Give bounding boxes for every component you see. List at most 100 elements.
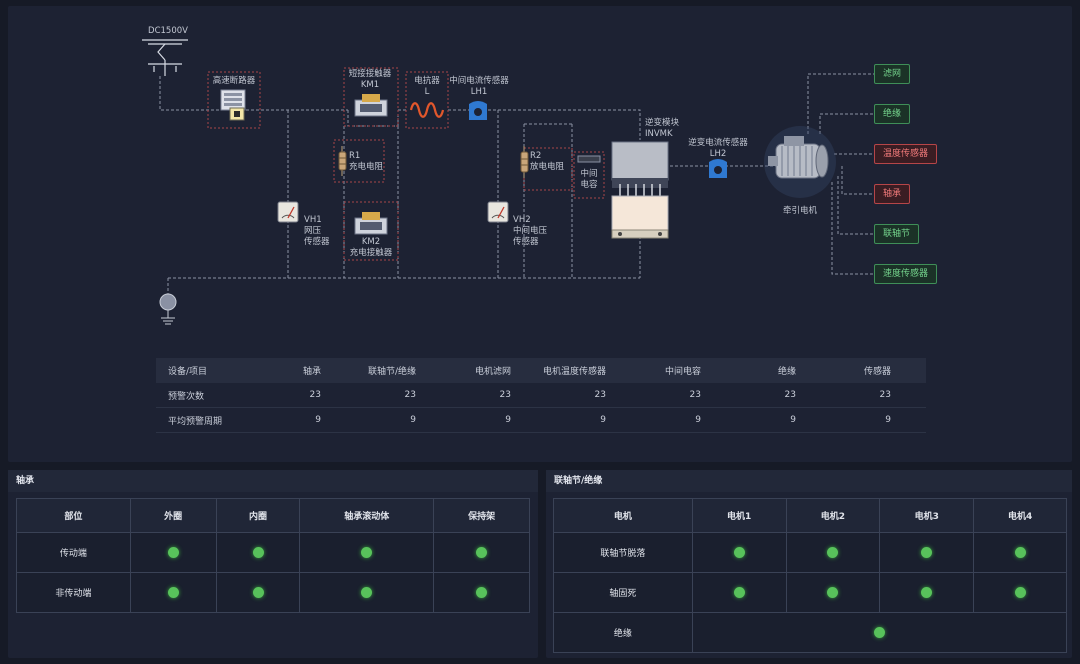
status-ok-indicator xyxy=(873,627,885,638)
status-cell xyxy=(973,532,1067,573)
status-ok-indicator xyxy=(167,547,179,558)
vh1-label-c: 传感器 xyxy=(304,237,330,247)
bearing-row-label: 传动端 xyxy=(16,532,131,573)
coupling-header-cell: 电机2 xyxy=(785,498,881,533)
bearing-header-cell: 外圈 xyxy=(129,498,217,533)
voltage-sensor-vh2-icon xyxy=(487,201,509,223)
stats-header-cell: 绝缘 xyxy=(777,367,796,377)
bearing-panel-title: 轴承 xyxy=(8,470,538,492)
lh2-label-a: 逆变电流传感器 xyxy=(688,138,748,148)
bearing-header-cell: 内圈 xyxy=(215,498,301,533)
stats-cell: 23 xyxy=(594,390,606,400)
table-row: 平均预警周期 9 9 9 9 9 9 9 xyxy=(156,408,926,433)
status-cell xyxy=(691,612,1068,653)
status-cell xyxy=(129,572,217,613)
km1-label-a: 短接接触器 xyxy=(348,69,392,79)
stats-cell: 9 xyxy=(695,415,701,425)
vh2-label-c: 传感器 xyxy=(513,237,539,247)
coupling-row-label: 联轴节脱落 xyxy=(553,532,693,573)
coupling-row-label: 轴固死 xyxy=(553,572,693,613)
status-cell xyxy=(215,572,301,613)
status-ok-indicator xyxy=(1014,587,1026,598)
ground-icon xyxy=(159,293,177,325)
tag-bearing[interactable]: 轴承 xyxy=(874,184,911,204)
vh1-label-a: VH1 xyxy=(304,215,322,225)
resistor-r2-icon xyxy=(520,146,529,178)
stats-cell: 23 xyxy=(309,390,321,400)
bearing-panel: 轴承 部位 外圈 内圈 轴承滚动体 保持架 传动端 非传动端 xyxy=(8,470,538,658)
status-cell xyxy=(785,572,881,613)
r2-label-b: 放电电阻 xyxy=(530,162,565,172)
table-row: 绝缘 xyxy=(553,612,1068,653)
coupling-header-cell: 电机 xyxy=(553,498,693,533)
warning-stats-table: 设备/项目 轴承 联轴节/绝缘 电机滤网 电机温度传感器 中间电容 绝缘 传感器… xyxy=(156,358,926,433)
stats-row-label: 预警次数 xyxy=(168,391,205,402)
stats-header-row: 设备/项目 轴承 联轴节/绝缘 电机滤网 电机温度传感器 中间电容 绝缘 传感器 xyxy=(156,358,926,383)
status-cell xyxy=(691,532,787,573)
bearing-header-row: 部位 外圈 内圈 轴承滚动体 保持架 xyxy=(16,498,530,533)
status-cell xyxy=(129,532,217,573)
lh1-label-b: LH1 xyxy=(470,87,488,97)
contactor-km2-icon xyxy=(354,212,388,235)
bearing-header-cell: 轴承滚动体 xyxy=(299,498,435,533)
coupling-panel-title: 联轴节/绝缘 xyxy=(546,470,1072,492)
tag-insulation[interactable]: 绝缘 xyxy=(874,104,911,124)
stats-cell: 9 xyxy=(410,415,416,425)
topology-panel: DC1500V 高速断路器 短接接触器 KM1 电抗器 L 中间电流传感器 LH… xyxy=(8,6,1072,462)
status-ok-indicator xyxy=(252,547,264,558)
stats-cell: 9 xyxy=(315,415,321,425)
tag-temperature-sensor[interactable]: 温度传感器 xyxy=(874,144,938,164)
table-row: 非传动端 xyxy=(16,572,530,613)
stats-cell: 23 xyxy=(404,390,416,400)
table-row: 传动端 xyxy=(16,532,530,573)
status-cell xyxy=(433,572,530,613)
bearing-header-cell: 部位 xyxy=(16,498,131,533)
r2-label-a: R2 xyxy=(530,151,542,161)
coupling-header-row: 电机 电机1 电机2 电机3 电机4 xyxy=(553,498,1067,533)
status-ok-indicator xyxy=(733,547,745,558)
coupling-header-cell: 电机3 xyxy=(879,498,975,533)
stats-cell: 23 xyxy=(499,390,511,400)
stats-header-cell: 电机温度传感器 xyxy=(542,367,606,377)
km2-label-a: KM2 xyxy=(361,237,381,247)
status-ok-indicator xyxy=(361,587,373,598)
status-ok-indicator xyxy=(361,547,373,558)
km2-label-b: 充电接触器 xyxy=(349,248,393,258)
dc-voltage-label: DC1500V xyxy=(148,26,188,36)
status-cell xyxy=(299,532,435,573)
status-cell xyxy=(785,532,881,573)
status-cell xyxy=(215,532,301,573)
status-cell xyxy=(433,532,530,573)
stats-header-cell: 轴承 xyxy=(302,367,321,377)
stats-cell: 9 xyxy=(790,415,796,425)
tag-speed-sensor[interactable]: 速度传感器 xyxy=(874,264,938,284)
bearing-row-label: 非传动端 xyxy=(16,572,131,613)
stats-header-cell: 传感器 xyxy=(863,367,891,377)
circuit-diagram xyxy=(142,39,874,325)
stats-header-cell: 设备/项目 xyxy=(168,367,208,377)
stats-row-label: 平均预警周期 xyxy=(168,416,223,427)
lh2-label-b: LH2 xyxy=(709,149,727,159)
stats-cell: 23 xyxy=(689,390,701,400)
status-ok-indicator xyxy=(827,587,839,598)
stats-header-cell: 联轴节/绝缘 xyxy=(367,367,416,377)
capacitor-label-b: 电容 xyxy=(580,180,598,190)
traction-motor-icon xyxy=(764,126,836,198)
stats-header-cell: 中间电容 xyxy=(664,367,701,377)
current-sensor-lh2-icon xyxy=(709,159,727,178)
stats-header-cell: 电机滤网 xyxy=(474,367,511,377)
voltage-sensor-vh1-icon xyxy=(277,201,299,223)
tag-filter[interactable]: 滤网 xyxy=(874,64,911,84)
bearing-header-cell: 保持架 xyxy=(433,498,530,533)
stats-cell: 9 xyxy=(885,415,891,425)
stats-cell: 23 xyxy=(784,390,796,400)
reactor-label-b: L xyxy=(424,87,430,97)
inverter-module-icon xyxy=(611,141,669,239)
status-ok-indicator xyxy=(476,547,488,558)
coupling-table: 电机 电机1 电机2 电机3 电机4 联轴节脱落 轴固死 绝缘 xyxy=(553,498,1068,653)
coupling-header-cell: 电机1 xyxy=(691,498,787,533)
contactor-km1-icon xyxy=(354,94,388,117)
status-cell xyxy=(879,572,975,613)
table-row: 预警次数 23 23 23 23 23 23 23 xyxy=(156,383,926,408)
tag-coupling[interactable]: 联轴节 xyxy=(874,224,920,244)
